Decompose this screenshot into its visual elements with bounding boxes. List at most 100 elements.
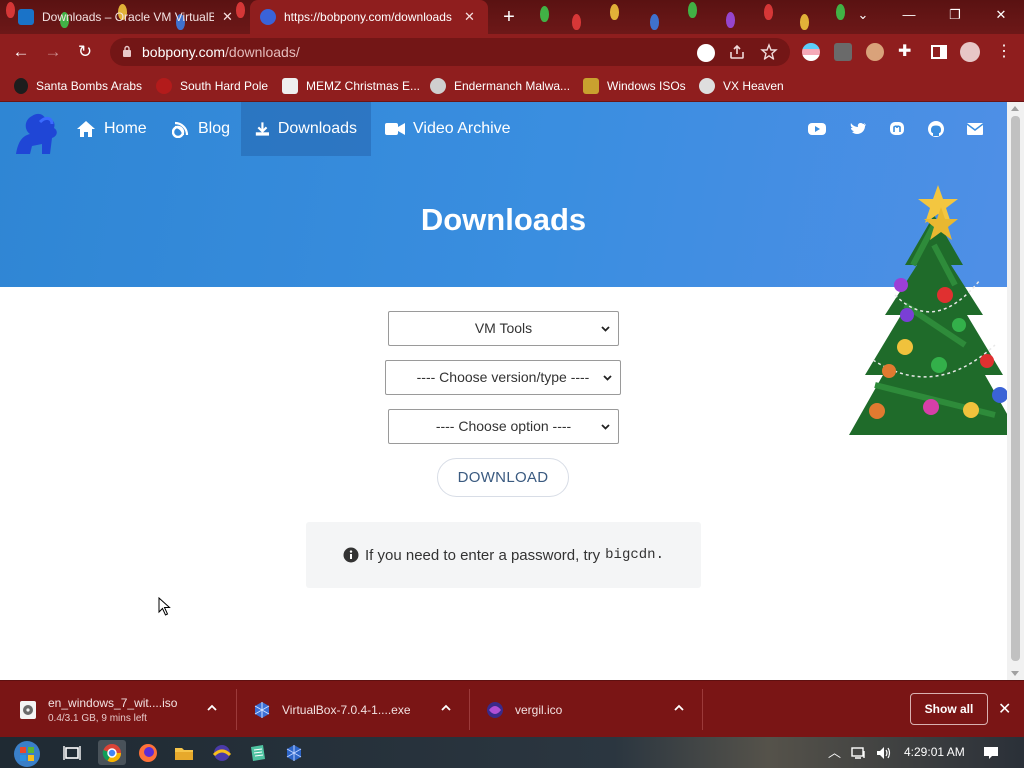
forward-icon[interactable]: → [40, 40, 66, 64]
shelf-divider [236, 689, 237, 730]
twitter-icon[interactable] [849, 120, 867, 138]
download-filename: vergil.ico [515, 702, 563, 717]
nav-home[interactable]: Home [62, 102, 161, 156]
firefox-taskbar-icon[interactable] [134, 740, 162, 765]
action-center-icon[interactable] [983, 745, 999, 761]
option-select[interactable]: ---- Choose option ---- [388, 409, 619, 444]
bookmarks-bar: Santa Bombs Arabs South Hard Pole MEMZ C… [0, 70, 1024, 102]
mastodon-icon[interactable] [888, 120, 906, 138]
show-hidden-icons-icon[interactable]: ︿ [828, 745, 844, 761]
download-shelf: en_windows_7_wit....iso 0.4/3.1 GB, 9 mi… [0, 680, 1024, 737]
url-text: bobpony.com/downloads/ [142, 44, 300, 60]
task-view-icon[interactable] [58, 740, 86, 765]
bookmark-vx-heaven[interactable]: VX Heaven [699, 76, 784, 96]
extensions-puzzle-icon[interactable]: ✚ [898, 43, 916, 61]
nav-blog[interactable]: Blog [158, 102, 244, 156]
shelf-divider [469, 689, 470, 730]
bookmark-endermanch-malware[interactable]: Endermanch Malwa... [430, 76, 570, 96]
volume-icon[interactable] [875, 745, 891, 761]
ico-file-icon [487, 701, 503, 718]
bobpony-logo-icon[interactable] [10, 106, 62, 156]
download-filename: en_windows_7_wit....iso [48, 695, 178, 710]
restore-icon[interactable]: ❐ [932, 0, 978, 34]
download-item-virtualbox-exe[interactable]: VirtualBox-7.0.4-1....exe [252, 681, 458, 738]
extension-s-icon[interactable] [834, 43, 852, 61]
chevron-up-icon[interactable] [674, 703, 684, 713]
show-all-downloads-button[interactable]: Show all [910, 693, 988, 725]
lock-icon [123, 45, 131, 57]
shelf-divider [702, 689, 703, 730]
extension-flag-icon[interactable] [802, 43, 820, 61]
password-hint-code: bigcdn. [605, 547, 664, 563]
tab-bobpony-downloads[interactable]: https://bobpony.com/downloads ✕ [250, 0, 488, 34]
scrollbar-thumb[interactable] [1011, 116, 1020, 661]
page-scrollbar[interactable] [1007, 102, 1024, 680]
reload-icon[interactable]: ↻ [72, 40, 98, 64]
email-icon[interactable] [966, 120, 984, 138]
side-panel-icon[interactable] [930, 43, 948, 61]
bookmark-favicon-icon [282, 78, 298, 94]
site-navbar: Home Blog Downloads Video Archive [0, 102, 1007, 156]
version-select[interactable]: ---- Choose version/type ---- [385, 360, 621, 395]
bookmark-favicon-icon [430, 78, 446, 94]
tab-strip: Downloads – Oracle VM VirtualB ✕ https:/… [0, 0, 1024, 34]
back-icon[interactable]: ← [8, 40, 34, 64]
nav-downloads[interactable]: Downloads [241, 102, 371, 156]
google-icon[interactable] [697, 44, 715, 62]
tab-search-icon[interactable]: ⌄ [840, 0, 886, 34]
taskbar-clock[interactable]: 4:29:01 AM [904, 745, 965, 759]
browser-menu-icon[interactable]: ⋮ [996, 43, 1014, 61]
nav-video-archive[interactable]: Video Archive [371, 102, 525, 156]
virtualbox-file-icon [254, 701, 270, 718]
app-taskbar-icon[interactable] [208, 740, 236, 765]
page-viewport: Home Blog Downloads Video Archive Downlo… [0, 102, 1007, 680]
category-select[interactable]: VM Tools [388, 311, 619, 346]
close-shelf-icon[interactable]: ✕ [998, 699, 1011, 719]
chrome-taskbar-icon[interactable] [98, 740, 126, 765]
share-icon[interactable] [728, 43, 746, 61]
bookmark-favicon-icon [699, 78, 715, 94]
mouse-cursor-icon [158, 597, 171, 616]
bookmark-windows-isos[interactable]: Windows ISOs [583, 76, 686, 96]
download-item-vergil-ico[interactable]: vergil.ico [485, 681, 691, 738]
file-explorer-taskbar-icon[interactable] [170, 740, 198, 765]
chevron-up-icon[interactable] [207, 703, 217, 713]
download-button[interactable]: DOWNLOAD [437, 458, 569, 497]
network-icon[interactable] [851, 745, 867, 761]
close-tab-icon[interactable]: ✕ [222, 9, 233, 25]
github-icon[interactable] [927, 120, 945, 138]
close-tab-icon[interactable]: ✕ [464, 9, 475, 25]
youtube-icon[interactable] [808, 120, 826, 138]
address-bar[interactable]: bobpony.com/downloads/ [110, 38, 790, 66]
bookmark-favicon-icon [583, 78, 599, 94]
tab-virtualbox-downloads[interactable]: Downloads – Oracle VM VirtualB ✕ [8, 0, 250, 34]
bookmark-favicon-icon [14, 78, 28, 94]
scroll-down-icon[interactable] [1011, 671, 1019, 676]
new-tab-icon[interactable]: + [498, 6, 520, 28]
minimize-icon[interactable]: — [886, 0, 932, 34]
download-progress-text: 0.4/3.1 GB, 9 mins left [48, 712, 147, 724]
download-item-windows7-iso[interactable]: en_windows_7_wit....iso 0.4/3.1 GB, 9 mi… [18, 681, 224, 738]
bookmark-star-icon[interactable] [760, 43, 778, 61]
bookmark-favicon-icon [156, 78, 172, 94]
profile-avatar-icon[interactable] [960, 42, 980, 62]
chevron-down-icon [601, 326, 610, 332]
bookmark-santa-bombs-arabs[interactable]: Santa Bombs Arabs [14, 76, 142, 96]
password-note: If you need to enter a password, try big… [306, 522, 701, 588]
bobpony-favicon-icon [260, 9, 276, 25]
tab-title: Downloads – Oracle VM VirtualB [42, 10, 214, 24]
virtualbox-taskbar-icon[interactable] [280, 740, 308, 765]
info-icon [343, 547, 359, 563]
notepad-taskbar-icon[interactable] [244, 740, 272, 765]
password-note-text: If you need to enter a password, try [365, 546, 601, 564]
bookmark-memz-christmas[interactable]: MEMZ Christmas E... [282, 76, 420, 96]
extension-avatar-icon[interactable] [866, 43, 884, 61]
download-icon [255, 122, 270, 136]
windows-taskbar: ︿ 4:29:01 AM [0, 737, 1024, 768]
start-orb-icon[interactable] [9, 738, 45, 768]
close-window-icon[interactable]: ✕ [978, 0, 1024, 34]
blog-icon [172, 121, 189, 138]
scroll-up-icon[interactable] [1011, 106, 1019, 111]
bookmark-south-hard-pole[interactable]: South Hard Pole [156, 76, 268, 96]
chevron-up-icon[interactable] [441, 703, 451, 713]
